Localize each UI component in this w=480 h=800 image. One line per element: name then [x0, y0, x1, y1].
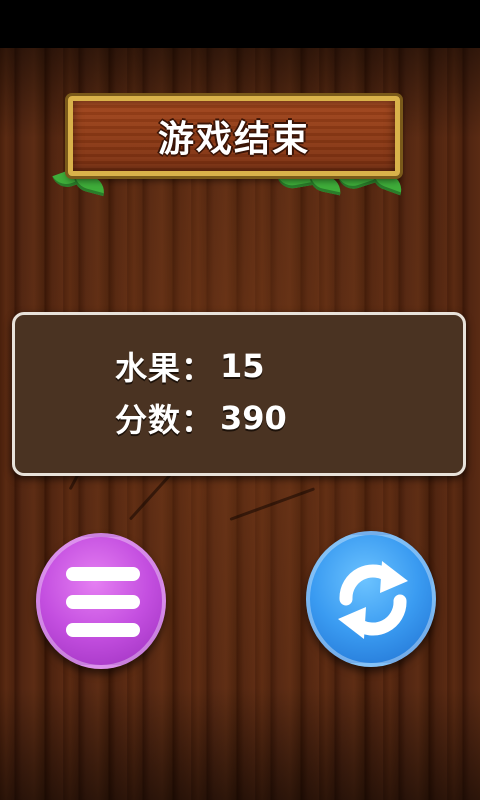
score-row: 分数： 390: [115, 395, 287, 441]
game-over-screen: 游戏结束 水果： 15 分数： 390: [0, 0, 480, 800]
game-over-title: 游戏结束: [157, 119, 310, 160]
score-label: 分数：: [115, 401, 215, 439]
menu-icon: [66, 567, 140, 637]
background-scratch: [229, 487, 316, 521]
status-bar: [0, 0, 480, 48]
restart-icon: [338, 561, 408, 639]
fruit-count-label: 水果：: [115, 349, 215, 387]
menu-button[interactable]: [36, 533, 166, 669]
restart-button[interactable]: [306, 531, 436, 667]
title-sign: 游戏结束: [68, 96, 400, 176]
score-panel: 水果： 15 分数： 390: [12, 312, 466, 476]
fruit-count-row: 水果： 15: [115, 343, 265, 389]
fruit-count-value: 15: [220, 347, 265, 385]
score-value: 390: [220, 399, 287, 437]
